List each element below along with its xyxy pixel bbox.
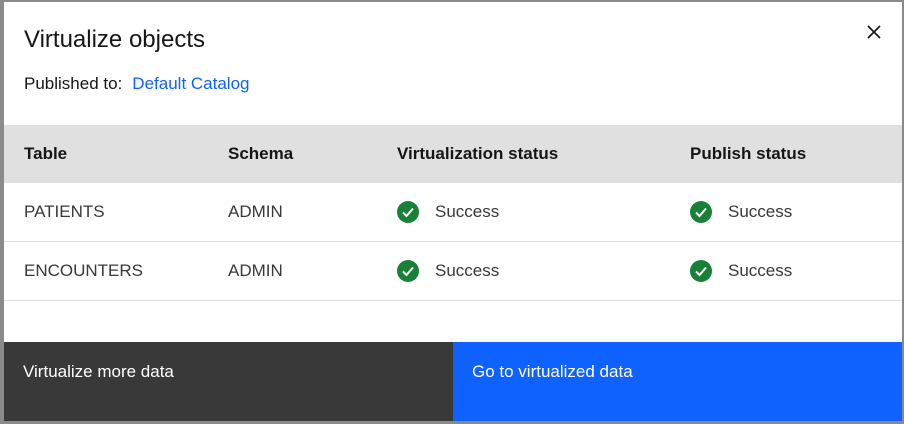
virtualization-table: Table Schema Virtualization status Publi… (4, 125, 902, 301)
go-to-virtualized-data-button[interactable]: Go to virtualized data (453, 342, 902, 421)
schema-cell: ADMIN (228, 261, 283, 280)
checkmark-filled-icon (397, 201, 419, 223)
column-header-publish-status[interactable]: Publish status (690, 144, 806, 164)
modal-footer: Virtualize more data Go to virtualized d… (4, 342, 902, 421)
close-icon (867, 25, 881, 39)
publish-status-cell: Success (690, 260, 792, 282)
column-header-schema[interactable]: Schema (228, 144, 293, 164)
publish-status-cell: Success (690, 201, 792, 223)
column-header-table[interactable]: Table (24, 144, 67, 164)
publish-status-text: Success (728, 261, 793, 280)
table-name-cell: ENCOUNTERS (24, 261, 144, 280)
virtualization-status-text: Success (435, 261, 500, 280)
schema-cell: ADMIN (228, 202, 283, 221)
table-row[interactable]: ENCOUNTERS ADMIN Success Success (4, 242, 902, 301)
checkmark-filled-icon (690, 201, 712, 223)
published-to-row: Published to: Default Catalog (24, 74, 249, 94)
virtualization-status-text: Success (435, 202, 500, 221)
virtualization-status-cell: Success (397, 260, 499, 282)
checkmark-filled-icon (690, 260, 712, 282)
virtualize-objects-modal: Virtualize objects Published to: Default… (4, 2, 902, 421)
virtualize-more-data-button[interactable]: Virtualize more data (4, 342, 453, 421)
checkmark-filled-icon (397, 260, 419, 282)
publish-status-text: Success (728, 202, 793, 221)
close-button[interactable] (862, 20, 886, 44)
table-row[interactable]: PATIENTS ADMIN Success Success (4, 183, 902, 242)
table-name-cell: PATIENTS (24, 202, 105, 221)
modal-title: Virtualize objects (24, 26, 205, 53)
table-header: Table Schema Virtualization status Publi… (4, 125, 902, 183)
published-to-label: Published to: (24, 74, 123, 93)
virtualization-status-cell: Success (397, 201, 499, 223)
column-header-virtualization-status[interactable]: Virtualization status (397, 144, 558, 164)
catalog-link[interactable]: Default Catalog (132, 74, 249, 94)
